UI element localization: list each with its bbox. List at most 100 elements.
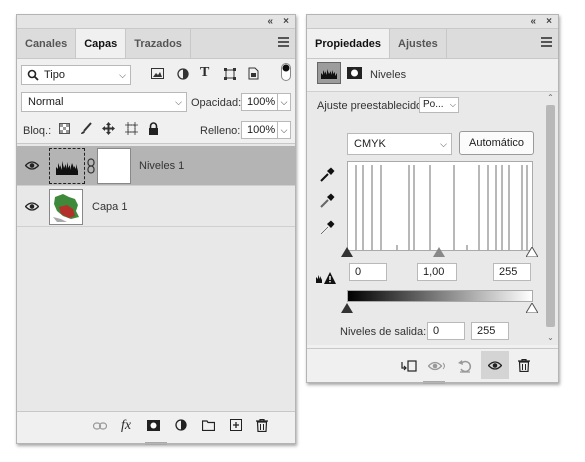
levels-header-icon[interactable] (317, 62, 341, 84)
layer-filter-dropdown[interactable]: Tipo ⌵ (21, 65, 131, 85)
layers-bottom-bar: fx (17, 411, 295, 443)
output-black-field[interactable]: 0 (427, 322, 465, 340)
mask-icon[interactable] (347, 67, 362, 79)
reset-icon[interactable] (458, 359, 472, 373)
tab-canales[interactable]: Canales (17, 29, 77, 58)
gamma-input-slider[interactable] (433, 247, 445, 257)
scroll-down-arrow[interactable]: ⌄ (545, 333, 556, 343)
scroll-up-arrow[interactable]: ⌃ (545, 93, 556, 103)
preset-label: Ajuste preestablecido: (317, 100, 426, 112)
white-input-slider[interactable] (526, 247, 538, 257)
blend-mode-dropdown[interactable]: Normal ⌵ (21, 92, 187, 112)
type-filter-icon[interactable]: T (200, 65, 209, 81)
clipping-warning-icon[interactable] (315, 271, 337, 285)
properties-tab-bar: Propiedades Ajustes (307, 29, 558, 59)
layer-name[interactable]: Niveles 1 (139, 159, 184, 173)
lock-position-icon[interactable] (102, 122, 115, 135)
eye-icon[interactable] (25, 202, 39, 211)
lock-transparent-pixels-icon[interactable] (59, 123, 70, 134)
chevron-down-icon: ⌵ (119, 70, 126, 80)
properties-header-title: Niveles (370, 69, 407, 81)
add-mask-icon[interactable] (147, 420, 160, 431)
new-layer-icon[interactable] (230, 419, 242, 431)
fill-value: 100% (247, 124, 276, 136)
white-eyedropper-icon[interactable] (319, 220, 335, 236)
opacity-dropdown-button[interactable]: ⌵ (277, 93, 291, 111)
new-adjustment-layer-icon[interactable] (175, 419, 188, 432)
scroll-thumb[interactable] (546, 105, 555, 327)
input-black-value: 0 (355, 266, 362, 278)
close-icon[interactable]: × (283, 15, 289, 29)
collapse-icon[interactable]: « (530, 15, 536, 29)
lock-artboard-icon[interactable] (125, 122, 138, 135)
chevron-down-icon: ⌵ (175, 97, 182, 107)
resize-grip[interactable] (145, 442, 167, 445)
shape-filter-icon[interactable] (224, 68, 236, 80)
resize-grip[interactable] (423, 381, 445, 384)
trash-icon[interactable] (256, 419, 268, 432)
new-group-folder-icon[interactable] (202, 420, 215, 431)
input-white-field[interactable]: 255 (493, 263, 531, 281)
blend-mode-value: Normal (28, 96, 64, 108)
output-gradient-bar (347, 290, 533, 302)
tab-capas[interactable]: Capas (76, 29, 127, 58)
output-levels-label: Niveles de salida: (340, 326, 427, 338)
close-icon[interactable]: × (546, 15, 552, 29)
trash-icon[interactable] (518, 359, 530, 372)
layer-row-niveles[interactable]: Niveles 1 (17, 146, 295, 186)
fx-icon[interactable]: fx (121, 418, 131, 434)
layer-filter-value: Tipo (44, 69, 65, 81)
fill-dropdown-button[interactable]: ⌵ (277, 121, 291, 139)
input-black-field[interactable]: 0 (349, 263, 387, 281)
smart-object-filter-icon[interactable] (248, 67, 259, 80)
layers-panel-titlebar[interactable]: « × (17, 15, 295, 29)
clip-to-layer-icon[interactable] (401, 360, 417, 372)
output-black-value: 0 (433, 325, 440, 337)
layer-row-capa[interactable]: Capa 1 (17, 187, 295, 227)
link-icon[interactable] (87, 158, 95, 174)
filter-toggle-icon[interactable] (281, 63, 291, 81)
tab-trazados[interactable]: Trazados (126, 29, 191, 58)
output-white-field[interactable]: 255 (471, 322, 509, 340)
preset-dropdown[interactable]: Po... ⌵ (419, 97, 459, 113)
properties-panel-titlebar[interactable]: « × (307, 15, 558, 29)
levels-adjustment-thumbnail[interactable] (49, 148, 85, 184)
eye-icon[interactable] (25, 161, 39, 170)
opacity-value: 100% (247, 96, 276, 108)
auto-button[interactable]: Automático (459, 131, 534, 155)
chevron-down-icon: ⌵ (449, 100, 456, 109)
chevron-down-icon: ⌵ (440, 139, 447, 149)
lock-image-pixels-icon[interactable] (80, 122, 92, 135)
opacity-field[interactable]: 100% (241, 93, 278, 111)
levels-histogram (347, 161, 533, 251)
lock-all-icon[interactable] (148, 122, 159, 135)
panel-menu-icon[interactable] (278, 37, 289, 47)
black-output-slider[interactable] (341, 303, 353, 313)
gray-eyedropper-icon[interactable] (319, 193, 335, 209)
image-filter-icon[interactable] (151, 68, 164, 79)
channel-value: CMYK (354, 138, 386, 150)
layer-image-thumbnail[interactable] (49, 189, 83, 225)
tab-propiedades[interactable]: Propiedades (307, 29, 391, 58)
tab-ajustes[interactable]: Ajustes (390, 29, 447, 58)
white-output-slider[interactable] (526, 303, 538, 313)
collapse-icon[interactable]: « (267, 15, 273, 29)
properties-panel: « × Propiedades Ajustes Niveles Ajuste p… (306, 14, 559, 384)
channel-dropdown[interactable]: CMYK ⌵ (347, 133, 452, 155)
layer-name[interactable]: Capa 1 (92, 200, 127, 214)
properties-scrollbar[interactable]: ⌃ ⌄ (545, 93, 556, 343)
input-gamma-field[interactable]: 1,00 (417, 263, 457, 281)
panel-menu-icon[interactable] (541, 37, 552, 47)
visibility-toggle-bg[interactable] (481, 351, 509, 379)
adjustment-filter-icon[interactable] (177, 68, 189, 80)
layers-tab-bar: Canales Capas Trazados (17, 29, 295, 59)
layer-mask-thumbnail[interactable] (97, 148, 131, 184)
opacity-label: Opacidad: (191, 97, 242, 109)
view-previous-state-icon[interactable] (428, 361, 446, 371)
fill-field[interactable]: 100% (241, 121, 278, 139)
black-eyedropper-icon[interactable] (319, 167, 335, 183)
black-input-slider[interactable] (341, 247, 353, 257)
lock-label: Bloq.: (23, 125, 52, 137)
eye-icon (488, 361, 502, 370)
link-layers-icon[interactable] (93, 422, 107, 430)
